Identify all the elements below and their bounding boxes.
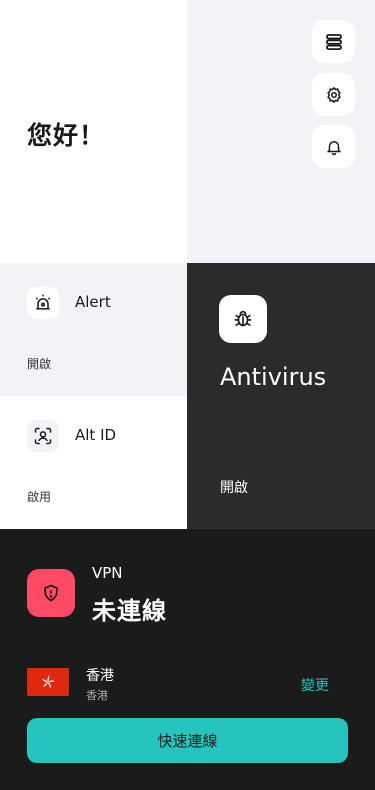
alarm-icon <box>35 294 51 310</box>
vpn-panel: VPN 未連線 香港 香港 變更 快速連線 <box>0 529 375 790</box>
bell-icon <box>326 140 341 155</box>
antivirus-icon-box <box>219 295 267 343</box>
alert-tile[interactable]: Alert 開啟 <box>0 263 187 396</box>
hong-kong-flag <box>27 668 69 696</box>
settings-button[interactable] <box>312 73 355 116</box>
greeting-text: 您好！ <box>27 121 106 150</box>
altid-status: 啟用 <box>27 490 52 504</box>
bauhinia-icon <box>42 675 55 689</box>
quick-connect-button[interactable]: 快速連線 <box>27 718 348 763</box>
alert-title: Alert <box>75 293 111 311</box>
notifications-button[interactable] <box>312 125 355 168</box>
altid-icon-box <box>27 420 59 452</box>
location-sub: 香港 <box>86 689 108 702</box>
change-location-link[interactable]: 變更 <box>301 675 329 695</box>
face-scan-icon <box>34 427 52 445</box>
antivirus-status: 開啟 <box>220 480 248 496</box>
alert-status: 開啟 <box>27 357 52 371</box>
list-icon <box>325 33 342 50</box>
menu-button[interactable] <box>312 20 355 63</box>
alert-icon-box <box>27 287 59 319</box>
vpn-status: 未連線 <box>92 597 167 625</box>
shield-icon <box>44 584 58 602</box>
greeting-panel: 您好！ <box>0 0 187 263</box>
altid-title: Alt ID <box>75 426 117 444</box>
antivirus-tile[interactable]: Antivirus 開啟 <box>187 263 375 529</box>
vpn-label: VPN <box>92 564 123 582</box>
gear-icon <box>326 86 341 103</box>
bug-icon <box>234 310 252 327</box>
altid-tile[interactable]: Alt ID 啟用 <box>0 396 187 529</box>
antivirus-title: Antivirus <box>220 363 327 391</box>
vpn-icon-box[interactable] <box>27 569 75 617</box>
location-name: 香港 <box>86 668 114 684</box>
toolbar-panel <box>187 0 375 263</box>
